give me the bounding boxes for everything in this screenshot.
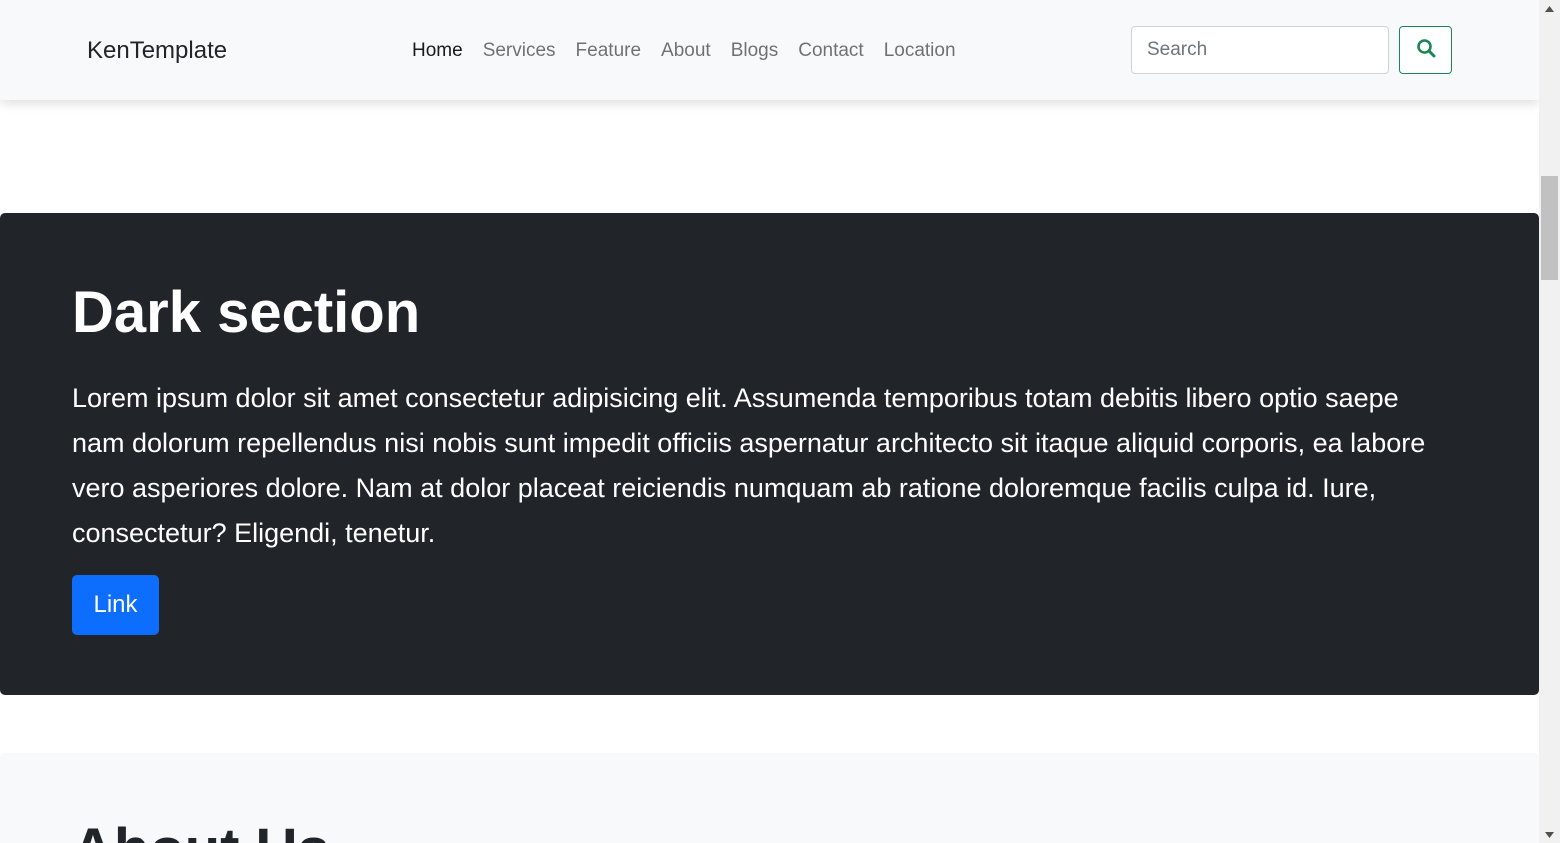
nav-link-services[interactable]: Services	[473, 38, 566, 64]
about-section-title: About Us	[72, 815, 330, 843]
search-button[interactable]	[1399, 26, 1452, 74]
nav-link-contact[interactable]: Contact	[788, 38, 873, 64]
page-scrollbar[interactable]	[1539, 0, 1560, 843]
page: KenTemplate Home Services Feature About …	[0, 0, 1539, 843]
nav-links: Home Services Feature About Blogs Contac…	[402, 38, 966, 64]
navbar: KenTemplate Home Services Feature About …	[0, 0, 1539, 100]
brand-logo[interactable]: KenTemplate	[87, 36, 227, 66]
search-icon	[1416, 38, 1436, 63]
nav-link-feature[interactable]: Feature	[566, 38, 651, 64]
scroll-up-arrow-icon[interactable]	[1539, 0, 1560, 17]
nav-link-home[interactable]: Home	[402, 38, 473, 64]
link-button[interactable]: Link	[72, 575, 159, 635]
scrollbar-thumb[interactable]	[1541, 176, 1558, 280]
search-input[interactable]	[1131, 26, 1389, 74]
nav-link-about[interactable]: About	[651, 38, 721, 64]
dark-section-text: Lorem ipsum dolor sit amet consectetur a…	[72, 383, 1426, 548]
scroll-down-arrow-icon[interactable]	[1539, 826, 1560, 843]
nav-link-blogs[interactable]: Blogs	[721, 38, 789, 64]
dark-section-title: Dark section	[72, 280, 421, 345]
nav-link-location[interactable]: Location	[874, 38, 966, 64]
